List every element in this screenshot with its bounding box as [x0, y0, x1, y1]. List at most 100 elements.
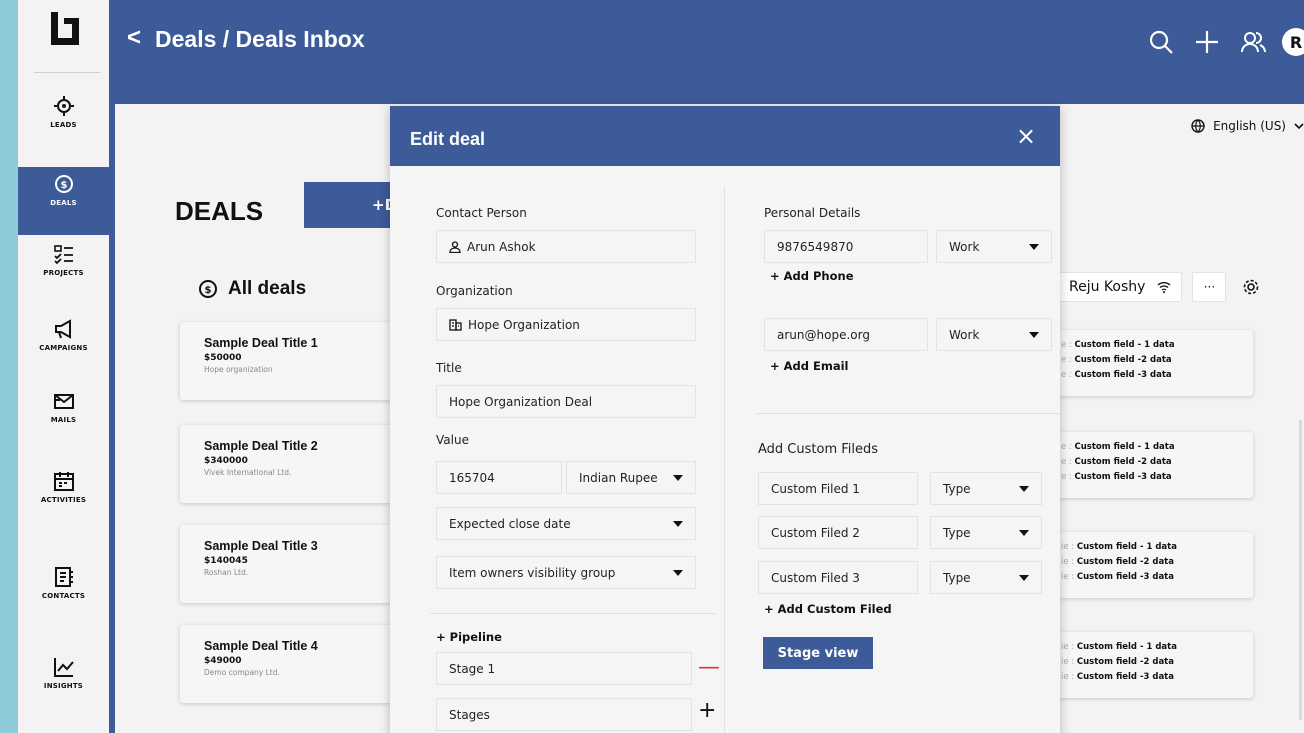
custom-field-type-value: Type [943, 481, 971, 496]
calendar-icon [53, 472, 74, 491]
search-icon[interactable] [1144, 25, 1178, 59]
custom-field-line: ie : Custom field -3 data [1061, 572, 1174, 582]
sidebar-edge [109, 0, 115, 733]
sidebar-item-mails[interactable]: MAILS [18, 390, 109, 458]
email-field[interactable]: arun@hope.org [764, 318, 928, 351]
deal-card[interactable]: Sample Deal Title 3 $140045 Roshan Ltd. [180, 525, 392, 603]
avatar[interactable]: R [1282, 28, 1304, 56]
modal-header: Edit deal × [390, 106, 1060, 166]
caret-down-icon [1019, 574, 1029, 581]
deal-title: Sample Deal Title 2 [204, 439, 318, 453]
caret-down-icon [1019, 485, 1029, 492]
stages-field[interactable]: Stages [436, 698, 692, 731]
value-amount-field[interactable]: 165704 [436, 461, 562, 494]
custom-field-name[interactable]: Custom Filed 1 [758, 472, 918, 505]
title-field[interactable]: Hope Organization Deal [436, 385, 696, 418]
add-stage-button[interactable]: + [698, 700, 716, 722]
sidebar-item-label: ACTIVITIES [40, 496, 87, 504]
owner-filter[interactable]: Reju Koshy [1058, 272, 1183, 302]
custom-field-type-select[interactable]: Type [930, 472, 1042, 505]
custom-field-line: ie : Custom field -3 data [1061, 672, 1174, 682]
organization-value: Hope Organization [468, 317, 580, 332]
deal-value: $340000 [204, 456, 248, 466]
custom-field-name[interactable]: Custom Filed 3 [758, 561, 918, 594]
phone-type-select[interactable]: Work [936, 230, 1052, 263]
stage-view-button[interactable]: Stage view [763, 637, 873, 669]
custom-field-type-select[interactable]: Type [930, 561, 1042, 594]
gear-icon[interactable] [1242, 278, 1260, 296]
remove-stage-button[interactable]: — [698, 657, 720, 679]
building-icon [449, 318, 462, 331]
email-type-select[interactable]: Work [936, 318, 1052, 351]
back-button[interactable]: < [127, 24, 141, 52]
custom-field-line: e : Custom field -2 data [1061, 355, 1172, 365]
app-logo [51, 12, 79, 45]
email-type-value: Work [949, 327, 980, 342]
deal-card[interactable]: Sample Deal Title 4 $49000 Demo company … [180, 625, 392, 703]
plus-icon[interactable] [1190, 25, 1224, 59]
expected-close-date-select[interactable]: Expected close date [436, 507, 696, 540]
more-button[interactable]: ··· [1192, 272, 1227, 302]
sidebar-item-leads[interactable]: LEADS [18, 95, 109, 163]
close-icon[interactable]: × [1012, 122, 1040, 150]
title-label: Title [436, 361, 462, 375]
list-toolbar: Reju Koshy ··· [1058, 272, 1260, 302]
sidebar-item-activities[interactable]: ACTIVITIES [18, 470, 109, 538]
custom-field-type-value: Type [943, 570, 971, 585]
sidebar-item-campaigns[interactable]: CAMPAIGNS [18, 318, 109, 386]
deal-card[interactable]: Sample Deal Title 1 $50000 Hope organiza… [180, 322, 392, 400]
sidebar-item-deals[interactable]: $ DEALS [18, 167, 109, 235]
caret-down-icon [673, 474, 683, 481]
sidebar-item-insights[interactable]: INSIGHTS [18, 656, 109, 724]
sidebar-item-projects[interactable]: PROJECTS [18, 243, 109, 311]
add-custom-field-link[interactable]: + Add Custom Filed [764, 602, 892, 616]
custom-field-card: e : Custom field - 1 data e : Custom fie… [1059, 432, 1253, 498]
caret-down-icon [673, 569, 683, 576]
deal-card[interactable]: Sample Deal Title 2 $340000 Vivek Intern… [180, 425, 392, 503]
add-phone-link[interactable]: + Add Phone [770, 269, 854, 283]
deal-organization: Demo company Ltd. [204, 668, 280, 677]
visibility-group-select[interactable]: Item owners visibility group [436, 556, 696, 589]
page-title: DEALS [175, 196, 264, 226]
custom-field-line: ie : Custom field - 1 data [1061, 642, 1177, 652]
add-pipeline-link[interactable]: + Pipeline [436, 630, 502, 644]
value-amount: 165704 [449, 470, 495, 485]
sidebar-item-contacts[interactable]: CONTACTS [18, 566, 109, 634]
target-icon [53, 96, 74, 116]
owner-name: Reju Koshy [1069, 279, 1146, 295]
deal-title: Sample Deal Title 3 [204, 539, 318, 553]
custom-field-line: e : Custom field -3 data [1061, 472, 1172, 482]
chevron-down-icon [1294, 123, 1304, 130]
add-email-link[interactable]: + Add Email [770, 359, 849, 373]
value-label: Value [436, 433, 469, 447]
sidebar-item-label: INSIGHTS [43, 682, 84, 690]
custom-field-name-value: Custom Filed 3 [771, 570, 860, 585]
phone-field[interactable]: 9876549870 [764, 230, 928, 263]
deal-organization: Roshan Ltd. [204, 568, 249, 577]
dollar-coin-icon: $ [54, 175, 73, 193]
currency-select[interactable]: Indian Rupee [566, 461, 696, 494]
contact-book-icon [54, 567, 73, 587]
language-selector[interactable]: English (US) [1191, 119, 1304, 133]
stage-field[interactable]: Stage 1 [436, 652, 692, 685]
column-divider [724, 186, 725, 733]
users-icon[interactable] [1236, 25, 1270, 59]
organization-field[interactable]: Hope Organization [436, 308, 696, 341]
deal-organization: Hope organization [204, 365, 273, 374]
scrollbar[interactable] [1299, 420, 1302, 720]
language-label: English (US) [1213, 119, 1286, 133]
sidebar-item-label: PROJECTS [43, 269, 84, 277]
custom-field-type-select[interactable]: Type [930, 516, 1042, 549]
breadcrumb: Deals / Deals Inbox [155, 26, 365, 52]
email-value: arun@hope.org [777, 327, 870, 342]
contact-person-field[interactable]: Arun Ashok [436, 230, 696, 263]
contact-person-label: Contact Person [436, 206, 527, 220]
custom-field-name[interactable]: Custom Filed 2 [758, 516, 918, 549]
top-header: < Deals / Deals Inbox R [115, 0, 1304, 104]
phone-type-value: Work [949, 239, 980, 254]
deal-title: Sample Deal Title 1 [204, 336, 318, 350]
custom-field-type-value: Type [943, 525, 971, 540]
sidebar-item-label: CAMPAIGNS [39, 344, 88, 352]
visibility-group-value: Item owners visibility group [449, 565, 616, 580]
deal-value: $50000 [204, 353, 242, 363]
